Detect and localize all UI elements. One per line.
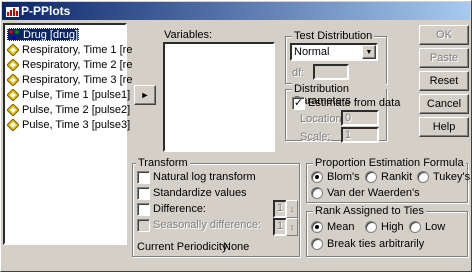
test-distribution-title: Test Distribution <box>292 30 375 42</box>
help-button-label: Help <box>432 121 456 133</box>
move-variable-button[interactable]: ► <box>134 85 156 105</box>
location-label: Location: <box>300 113 345 125</box>
tukey-radio[interactable] <box>417 171 429 183</box>
scale-label: Scale: <box>300 131 331 143</box>
current-periodicity-label: Current Periodicity: <box>137 241 231 253</box>
help-button[interactable]: Help <box>419 117 469 137</box>
list-item[interactable]: Respiratory, Time 2 [re <box>7 58 132 71</box>
list-item-label: Pulse, Time 2 [pulse2] <box>22 103 131 116</box>
list-item[interactable]: Respiratory, Time 3 [re <box>7 73 132 86</box>
ok-button[interactable]: OK <box>419 25 469 45</box>
app-icon <box>5 4 19 18</box>
blom-label: Blom's <box>327 171 360 183</box>
van-der-waerden-label: Van der Waerden's <box>327 187 420 199</box>
mean-radio[interactable] <box>311 221 323 233</box>
standardize-checkbox[interactable] <box>137 187 150 200</box>
break-ties-label: Break ties arbitrarily <box>327 238 425 250</box>
test-distribution-value: Normal <box>294 46 330 58</box>
van-der-waerden-radio[interactable] <box>311 187 323 199</box>
list-item-label: Respiratory, Time 2 [re <box>22 58 133 71</box>
mean-label: Mean <box>327 221 355 233</box>
tukey-label: Tukey's <box>433 171 471 183</box>
scale-variable-icon <box>7 73 19 86</box>
difference-checkbox[interactable] <box>137 203 150 216</box>
natural-log-checkbox[interactable] <box>137 171 150 184</box>
low-label: Low <box>425 221 446 233</box>
reset-button-label: Reset <box>429 75 459 87</box>
scale-variable-icon <box>7 43 19 56</box>
list-item-label: Pulse, Time 3 [pulse3] <box>22 118 131 131</box>
list-item-label: Respiratory, Time 3 [re <box>22 73 133 86</box>
scale-variable-icon <box>7 58 19 71</box>
df-label: df: <box>292 67 305 79</box>
reset-button[interactable]: Reset <box>419 71 469 91</box>
ok-button-label: OK <box>436 29 452 41</box>
rank-ties-title: Rank Assigned to Ties <box>313 205 426 217</box>
rankit-label: Rankit <box>381 171 413 183</box>
seasonal-difference-spinner[interactable]: ↕ <box>286 218 298 236</box>
paste-button[interactable]: Paste <box>419 48 469 68</box>
difference-label: Difference: <box>153 203 206 215</box>
scale-value: 1 <box>345 129 352 141</box>
location-value: 0 <box>345 112 352 124</box>
test-distribution-select[interactable]: Normal ▼ <box>290 43 378 61</box>
current-periodicity-value: None <box>223 241 250 253</box>
estimate-from-data-checkbox[interactable]: ✓ <box>292 97 305 110</box>
difference-input[interactable]: 1 <box>273 200 287 218</box>
right-arrow-icon: ► <box>140 90 150 100</box>
seasonal-difference-label: Seasonally difference: <box>153 219 262 231</box>
chevron-down-icon[interactable]: ▼ <box>362 45 376 59</box>
list-item[interactable]: Respiratory, Time 1 [re <box>7 43 132 56</box>
natural-log-label: Natural log transform <box>153 171 256 183</box>
seasonal-difference-value: 1 <box>277 220 284 232</box>
list-item[interactable]: Drug [drug] <box>7 28 80 41</box>
proportion-estimation-title: Proportion Estimation Formula <box>313 157 466 169</box>
high-label: High <box>381 221 404 233</box>
cancel-button-label: Cancel <box>426 98 462 110</box>
list-item-label: Respiratory, Time 1 [re <box>22 43 133 56</box>
location-input[interactable]: 0 <box>341 110 379 126</box>
blom-radio[interactable] <box>311 171 323 183</box>
title-bar[interactable]: P-PPlots <box>2 2 470 20</box>
transform-title: Transform <box>136 157 190 169</box>
list-item-label: Pulse, Time 1 [pulse1] <box>22 88 131 101</box>
seasonal-difference-checkbox[interactable] <box>137 219 150 232</box>
low-radio[interactable] <box>409 221 421 233</box>
variables-target-list[interactable] <box>163 42 275 152</box>
list-item[interactable]: Pulse, Time 1 [pulse1] <box>7 88 130 101</box>
scale-variable-icon <box>7 103 19 116</box>
difference-value: 1 <box>277 202 284 214</box>
rankit-radio[interactable] <box>365 171 377 183</box>
nominal-variable-icon <box>9 29 19 40</box>
list-item-label: Drug [drug] <box>23 28 79 41</box>
estimate-from-data-label: Estimate from data <box>308 97 401 109</box>
scale-input[interactable]: 1 <box>341 127 379 143</box>
rank-ties-group: Rank Assigned to Ties <box>306 205 468 257</box>
high-radio[interactable] <box>365 221 377 233</box>
source-variable-list[interactable]: Drug [drug] Respiratory, Time 1 [re Resp… <box>3 23 132 245</box>
pp-plots-dialog: P-PPlots Drug [drug] Respiratory, Time 1… <box>0 0 472 272</box>
df-input[interactable] <box>313 64 349 80</box>
list-item[interactable]: Pulse, Time 2 [pulse2] <box>7 103 130 116</box>
window-title: P-PPlots <box>21 4 71 18</box>
seasonal-difference-input[interactable]: 1 <box>273 218 287 236</box>
scale-variable-icon <box>7 88 19 101</box>
list-item[interactable]: Pulse, Time 3 [pulse3] <box>7 118 130 131</box>
paste-button-label: Paste <box>429 52 459 64</box>
scale-variable-icon <box>7 118 19 131</box>
difference-spinner[interactable]: ↕ <box>286 200 298 218</box>
break-ties-radio[interactable] <box>311 238 323 250</box>
cancel-button[interactable]: Cancel <box>419 94 469 114</box>
standardize-label: Standardize values <box>153 187 247 199</box>
variables-label: Variables: <box>164 29 213 41</box>
